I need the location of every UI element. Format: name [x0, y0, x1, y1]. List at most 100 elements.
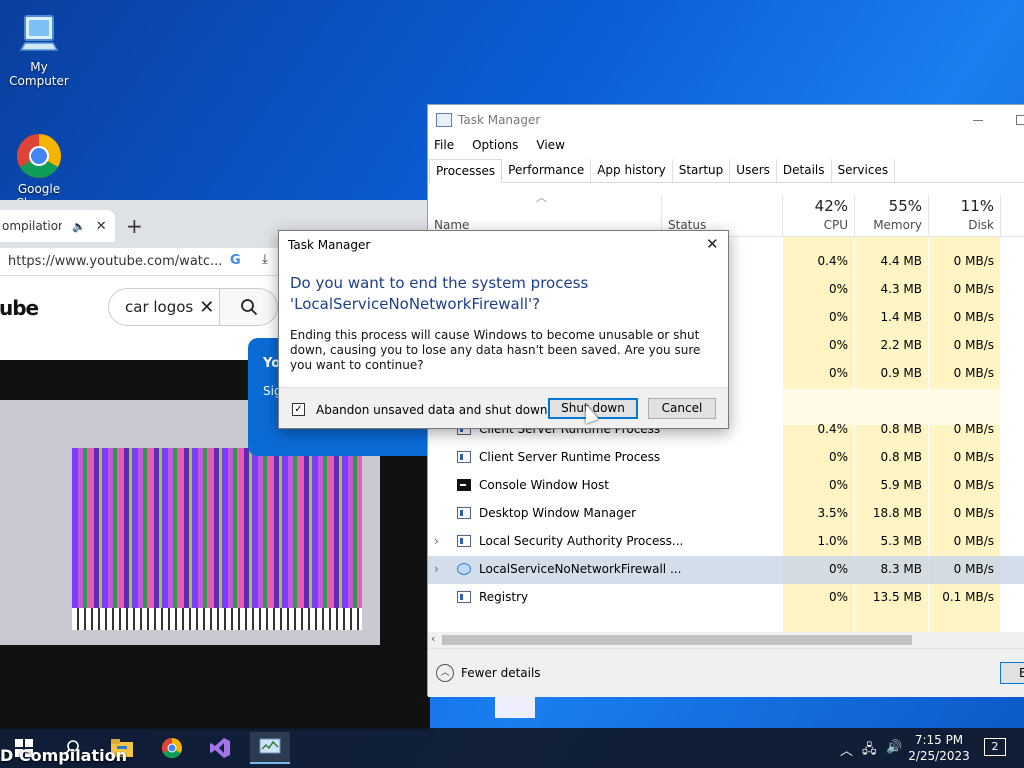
memory-total: 55%: [888, 197, 922, 215]
expand-chevron-icon[interactable]: ›: [434, 534, 439, 548]
close-icon[interactable]: ✕: [706, 235, 719, 253]
fewer-details-link[interactable]: Fewer details: [461, 666, 541, 680]
process-cpu: 0%: [828, 338, 848, 352]
computer-icon: [15, 10, 63, 58]
clear-search-icon[interactable]: ✕: [199, 297, 214, 318]
network-icon[interactable]: 🖧: [862, 740, 877, 762]
task-manager-icon: [259, 738, 281, 754]
process-cpu: 0%: [828, 478, 848, 492]
abandon-data-checkbox[interactable]: ✓: [292, 403, 305, 416]
dialog-question-line: Do you want to end the system process: [290, 274, 589, 292]
process-icon: [457, 479, 471, 491]
notifications-icon[interactable]: 2: [984, 738, 1006, 756]
close-tab-icon[interactable]: ✕: [96, 219, 107, 234]
process-memory: 0.8 MB: [880, 450, 922, 464]
chrome-icon: [15, 118, 63, 178]
column-divider[interactable]: [854, 195, 855, 237]
tab-users[interactable]: Users: [730, 159, 777, 182]
process-cpu: 0%: [828, 282, 848, 296]
process-disk: 0 MB/s: [953, 478, 994, 492]
cancel-button[interactable]: Cancel: [648, 398, 716, 419]
process-cpu: 3.5%: [817, 506, 849, 520]
menu-options[interactable]: Options: [472, 138, 518, 152]
column-cpu[interactable]: CPU: [784, 218, 848, 232]
scrollbar-thumb[interactable]: [442, 635, 912, 645]
process-memory: 18.8 MB: [872, 506, 922, 520]
google-icon[interactable]: G: [230, 253, 241, 268]
process-name: LocalServiceNoNetworkFirewall ...: [479, 562, 682, 576]
process-cpu: 0%: [828, 310, 848, 324]
process-row[interactable]: › LocalServiceNoNetworkFirewall ... 0% 8.3 …: [428, 556, 1024, 584]
tab-processes[interactable]: Processes: [429, 159, 503, 183]
chrome-taskbar-button[interactable]: [152, 732, 192, 764]
youtube-search-input[interactable]: car logos ✕: [108, 288, 220, 326]
thumbnail-image: [495, 694, 535, 718]
process-row[interactable]: Console Window Host 0% 5.9 MB 0 MB/s: [428, 472, 1024, 500]
process-cpu: 0%: [828, 450, 848, 464]
horizontal-scrollbar[interactable]: ‹: [428, 632, 1024, 648]
menu-view[interactable]: View: [536, 138, 564, 152]
dialog-question: Do you want to end the system process 'L…: [290, 273, 710, 315]
column-divider[interactable]: [928, 195, 929, 237]
expand-chevron-icon[interactable]: ›: [434, 562, 439, 576]
column-memory[interactable]: Memory: [856, 218, 922, 232]
process-disk: 0 MB/s: [953, 534, 994, 548]
process-name: Console Window Host: [479, 478, 609, 492]
system-clock[interactable]: 7:15 PM 2/25/2023: [908, 732, 970, 764]
process-cpu: 0.4%: [817, 254, 849, 268]
process-name: Desktop Window Manager: [479, 506, 637, 520]
youtube-search-button[interactable]: [220, 288, 278, 326]
taskbar: ︿ 🖧 🔊 7:15 PM 2/25/2023 2: [0, 728, 1024, 768]
tab-services[interactable]: Services: [831, 159, 896, 182]
process-name: Client Server Runtime Process: [479, 450, 661, 464]
show-hidden-icons[interactable]: ︿: [840, 740, 853, 759]
tab-app-history[interactable]: App history: [591, 159, 673, 182]
youtube-logo[interactable]: ube: [0, 296, 39, 320]
speaker-icon[interactable]: 🔈: [72, 220, 86, 233]
process-row[interactable]: › Local Security Authority Process... 1.0%…: [428, 528, 1024, 556]
clock-time: 7:15 PM: [914, 733, 964, 747]
new-tab-icon[interactable]: +: [126, 214, 143, 238]
minimize-button[interactable]: [973, 120, 983, 121]
cpu-total: 42%: [814, 197, 848, 215]
desktop-icon-my-computer[interactable]: My Computer: [0, 10, 78, 88]
process-disk: 0.1 MB/s: [942, 590, 994, 604]
piano-keys: [72, 608, 362, 630]
visual-studio-button[interactable]: [200, 732, 240, 764]
browser-tab[interactable]: ompilation 🔈 ✕: [0, 210, 115, 242]
video-title-overlay: D Compilation: [0, 746, 127, 765]
download-icon[interactable]: ⤓: [262, 252, 268, 267]
url-text: https://www.youtube.com/watc...: [8, 254, 223, 269]
task-manager-menubar: File Options View: [434, 138, 565, 152]
chrome-icon: [161, 737, 182, 759]
collapse-icon[interactable]: ︿: [436, 664, 454, 682]
end-task-button[interactable]: E: [1000, 662, 1024, 684]
process-row[interactable]: Desktop Window Manager 3.5% 18.8 MB 0 MB/s: [428, 500, 1024, 528]
scroll-left-icon[interactable]: ‹: [431, 632, 435, 645]
column-divider[interactable]: [782, 195, 783, 237]
end-process-dialog: Task Manager ✕ Do you want to end the sy…: [278, 230, 729, 429]
dialog-footer: ✓ Abandon unsaved data and shut down. Sh…: [279, 387, 728, 428]
search-value: car logos: [125, 298, 194, 316]
task-manager-taskbar-button[interactable]: [250, 732, 290, 764]
desktop-icon-chrome[interactable]: Google Chrome: [0, 104, 78, 210]
dialog-title: Task Manager: [288, 238, 371, 252]
abandon-data-label[interactable]: Abandon unsaved data and shut down.: [316, 403, 551, 417]
tab-startup[interactable]: Startup: [672, 159, 731, 182]
column-divider[interactable]: [1000, 195, 1001, 237]
process-memory: 2.2 MB: [880, 338, 922, 352]
menu-file[interactable]: File: [434, 138, 454, 152]
process-row[interactable]: Registry 0% 13.5 MB 0.1 MB/s: [428, 584, 1024, 612]
column-disk[interactable]: Disk: [930, 218, 994, 232]
process-disk: 0 MB/s: [953, 562, 994, 576]
browser-tab-title: ompilation: [2, 219, 62, 233]
process-memory: 13.5 MB: [872, 590, 922, 604]
tab-performance[interactable]: Performance: [502, 159, 592, 182]
process-memory: 8.3 MB: [880, 562, 922, 576]
task-manager-footer: ︿ Fewer details E: [428, 648, 1024, 697]
maximize-button[interactable]: [1016, 115, 1024, 125]
process-disk: 0 MB/s: [953, 310, 994, 324]
volume-icon[interactable]: 🔊: [886, 740, 902, 755]
process-row[interactable]: Client Server Runtime Process 0% 0.8 MB 0 M…: [428, 444, 1024, 472]
tab-details[interactable]: Details: [776, 159, 832, 182]
